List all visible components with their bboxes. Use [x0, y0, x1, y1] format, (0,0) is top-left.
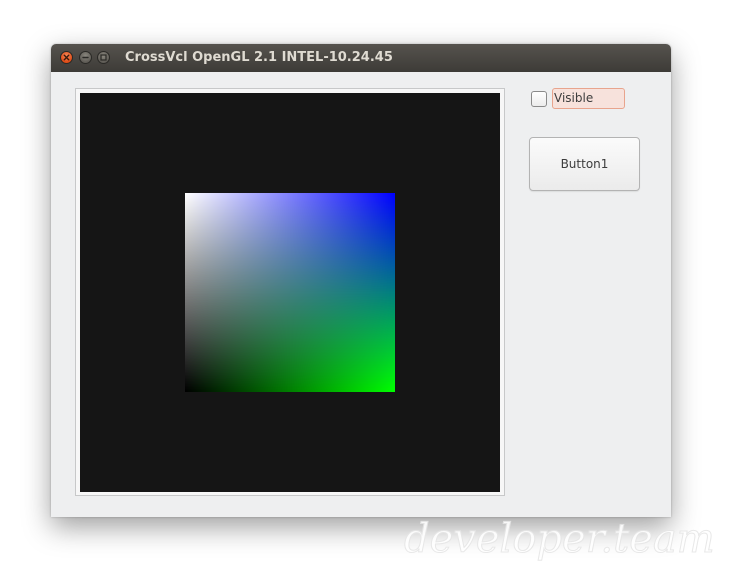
app-window: CrossVcl OpenGL 2.1 INTEL-10.24.45 Visib… — [51, 44, 671, 517]
visible-checkbox[interactable] — [531, 91, 547, 107]
maximize-icon[interactable] — [97, 51, 110, 64]
watermark-logo: developer.team — [398, 514, 728, 564]
svg-text:developer.team: developer.team — [404, 516, 715, 562]
button1[interactable]: Button1 — [529, 137, 640, 191]
visible-checkbox-label[interactable]: Visible — [552, 88, 625, 109]
close-icon[interactable] — [60, 51, 73, 64]
gradient-quad — [185, 193, 395, 392]
window-title: CrossVcl OpenGL 2.1 INTEL-10.24.45 — [125, 50, 393, 65]
title-bar[interactable]: CrossVcl OpenGL 2.1 INTEL-10.24.45 — [51, 44, 671, 72]
gradient-quad-canvas — [185, 193, 395, 392]
opengl-canvas[interactable] — [80, 93, 500, 492]
minimize-icon[interactable] — [79, 51, 92, 64]
